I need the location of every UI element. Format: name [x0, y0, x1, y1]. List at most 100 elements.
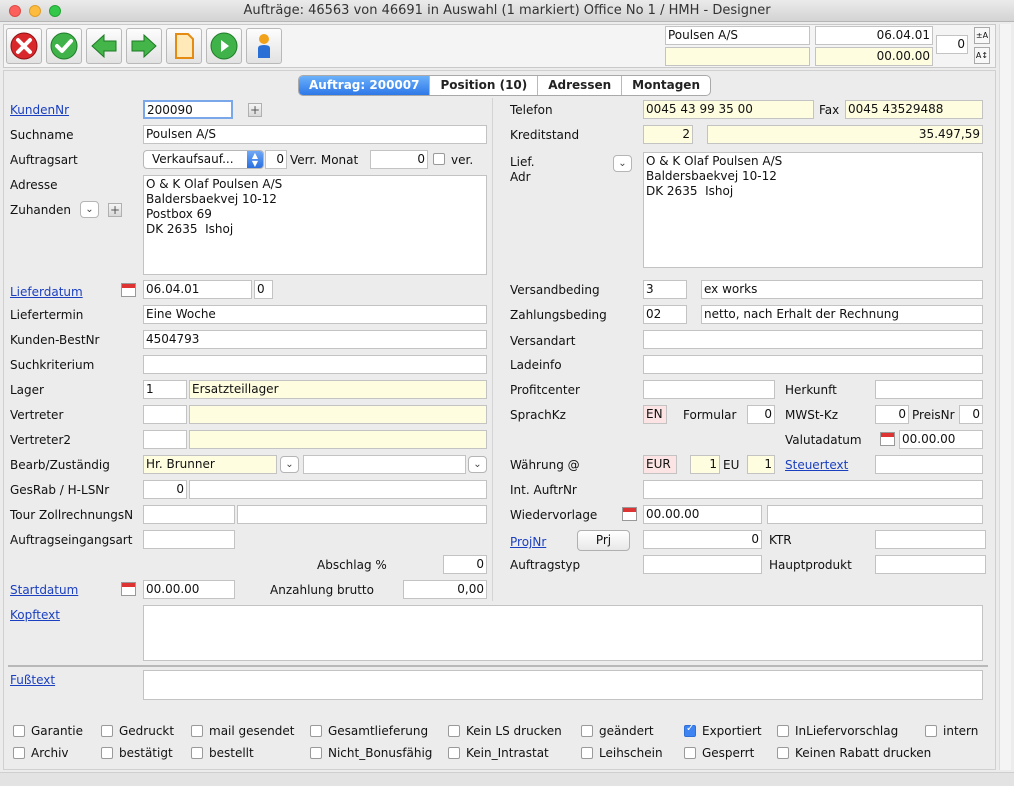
vertreter2-input[interactable]	[143, 430, 187, 449]
projnr-link[interactable]: ProjNr	[510, 535, 546, 550]
vertical-scrollbar[interactable]	[999, 24, 1011, 770]
preisnr-input[interactable]: 0	[959, 405, 983, 424]
gedruckt-checkbox[interactable]	[101, 725, 113, 737]
font-decrease-icon[interactable]: A↕	[974, 47, 990, 64]
toolbar-amount-field[interactable]: 00.00.00	[815, 47, 933, 66]
auftragsart-number[interactable]: 0	[265, 150, 287, 169]
gesperrt-checkbox[interactable]	[684, 747, 696, 759]
toolbar-empty-field[interactable]	[665, 47, 810, 66]
tour-input[interactable]	[143, 505, 235, 524]
lieferdatum-input[interactable]: 06.04.01	[143, 280, 252, 299]
formular-input[interactable]: 0	[747, 405, 775, 424]
projnr-input[interactable]: 0	[643, 530, 762, 549]
wiedervorlage-note[interactable]	[767, 505, 983, 524]
prj-button[interactable]: Prj	[577, 530, 630, 551]
previous-button[interactable]	[86, 28, 122, 64]
abschlag-input[interactable]: 0	[443, 555, 487, 574]
suchname-input[interactable]: Poulsen A/S	[143, 125, 487, 144]
ladeinfo-input[interactable]	[643, 355, 983, 374]
kundennr-link[interactable]: KundenNr	[10, 103, 69, 118]
kundennr-input[interactable]: 200090	[143, 100, 233, 119]
fusstext-link[interactable]: Fußtext	[10, 673, 55, 688]
bearb-input[interactable]: Hr. Brunner	[143, 455, 277, 474]
bestaetigt-checkbox[interactable]	[101, 747, 113, 759]
valutadatum-input[interactable]: 00.00.00	[899, 430, 983, 449]
auftragsart-select[interactable]: Verkaufsauf... ▲ ▼	[143, 150, 264, 169]
kopftext-link[interactable]: Kopftext	[10, 608, 60, 623]
next-button[interactable]	[126, 28, 162, 64]
lieferdatum-link[interactable]: Lieferdatum	[10, 285, 83, 300]
eingangsart-input[interactable]	[143, 530, 235, 549]
lief-adresse-textarea[interactable]: O & K Olaf Poulsen A/S Baldersbaekvej 10…	[643, 152, 983, 268]
zustaendig-input[interactable]	[303, 455, 466, 474]
gesamtlieferung-checkbox[interactable]	[310, 725, 322, 737]
steuertext-link[interactable]: Steuertext	[785, 458, 848, 473]
verr-monat-input[interactable]: 0	[370, 150, 428, 169]
startdatum-calendar-icon[interactable]	[121, 582, 136, 596]
tab-adressen[interactable]: Adressen	[537, 76, 621, 95]
zuhanden-plus-icon[interactable]: +	[108, 203, 122, 217]
liefertermin-input[interactable]: Eine Woche	[143, 305, 487, 324]
auftragstyp-input[interactable]	[643, 555, 762, 574]
tab-auftrag[interactable]: Auftrag: 200007	[299, 76, 430, 95]
bestnr-input[interactable]: 4504793	[143, 330, 487, 349]
fusstext-textarea[interactable]	[143, 670, 983, 700]
close-window-icon[interactable]	[9, 5, 21, 17]
profitcenter-input[interactable]	[643, 380, 775, 399]
inliefervorschlag-checkbox[interactable]	[777, 725, 789, 737]
hauptprodukt-input[interactable]	[875, 555, 986, 574]
suchkriterium-input[interactable]	[143, 355, 487, 374]
cancel-button[interactable]	[6, 28, 42, 64]
exportiert-checkbox[interactable]	[684, 723, 696, 737]
wiedervorlage-calendar-icon[interactable]	[622, 507, 637, 521]
nicht-bonusfaehig-checkbox[interactable]	[310, 747, 322, 759]
telefon-input[interactable]: 0045 43 99 35 00	[643, 100, 814, 119]
font-increase-icon[interactable]: ±A	[974, 27, 990, 44]
minimize-window-icon[interactable]	[29, 5, 41, 17]
zuhanden-dropdown[interactable]: ⌄	[80, 201, 99, 218]
toolbar-customer-field[interactable]: Poulsen A/S	[665, 26, 810, 45]
waehrung-input[interactable]: EUR	[643, 455, 677, 474]
wiedervorlage-input[interactable]: 00.00.00	[643, 505, 762, 524]
zahlungsbeding-input[interactable]: 02	[643, 305, 687, 324]
toolbar-counter-field[interactable]: 0	[936, 35, 968, 54]
bearb-dropdown[interactable]: ⌄	[280, 456, 299, 473]
valutadatum-calendar-icon[interactable]	[880, 432, 895, 446]
zustaendig-dropdown[interactable]: ⌄	[468, 456, 487, 473]
kein-intrastat-checkbox[interactable]	[448, 747, 460, 759]
ktr-input[interactable]	[875, 530, 986, 549]
lager-input[interactable]: 1	[143, 380, 187, 399]
lief-adr-dropdown[interactable]: ⌄	[613, 155, 632, 172]
startdatum-link[interactable]: Startdatum	[10, 583, 78, 598]
ver-checkbox[interactable]	[433, 153, 445, 165]
intern-checkbox[interactable]	[925, 725, 937, 737]
run-button[interactable]	[206, 28, 242, 64]
gesrab-input[interactable]: 0	[143, 480, 187, 499]
zoom-window-icon[interactable]	[49, 5, 61, 17]
hlsnr-input[interactable]	[189, 480, 487, 499]
mail-gesendet-checkbox[interactable]	[191, 725, 203, 737]
leihschein-checkbox[interactable]	[581, 747, 593, 759]
archiv-checkbox[interactable]	[13, 747, 25, 759]
startdatum-input[interactable]: 00.00.00	[143, 580, 235, 599]
kundennr-plus-icon[interactable]: +	[248, 103, 262, 117]
tab-montagen[interactable]: Montagen	[621, 76, 710, 95]
keinen-rabatt-checkbox[interactable]	[777, 747, 789, 759]
sprachkz-input[interactable]: EN	[643, 405, 667, 424]
garantie-checkbox[interactable]	[13, 725, 25, 737]
geaendert-checkbox[interactable]	[581, 725, 593, 737]
versandbeding-input[interactable]: 3	[643, 280, 687, 299]
versandart-input[interactable]	[643, 330, 983, 349]
fax-input[interactable]: 0045 43529488	[845, 100, 983, 119]
steuertext-input[interactable]	[875, 455, 983, 474]
confirm-button[interactable]	[46, 28, 82, 64]
zollrechnung-input[interactable]	[237, 505, 487, 524]
kopftext-textarea[interactable]	[143, 605, 983, 661]
user-button[interactable]	[246, 28, 282, 64]
document-button[interactable]	[166, 28, 202, 64]
anzahlung-input[interactable]: 0,00	[403, 580, 487, 599]
mwst-input[interactable]: 0	[875, 405, 909, 424]
lieferdatum-calendar-icon[interactable]	[121, 283, 136, 297]
herkunft-input[interactable]	[875, 380, 983, 399]
int-auftrnr-input[interactable]	[643, 480, 983, 499]
